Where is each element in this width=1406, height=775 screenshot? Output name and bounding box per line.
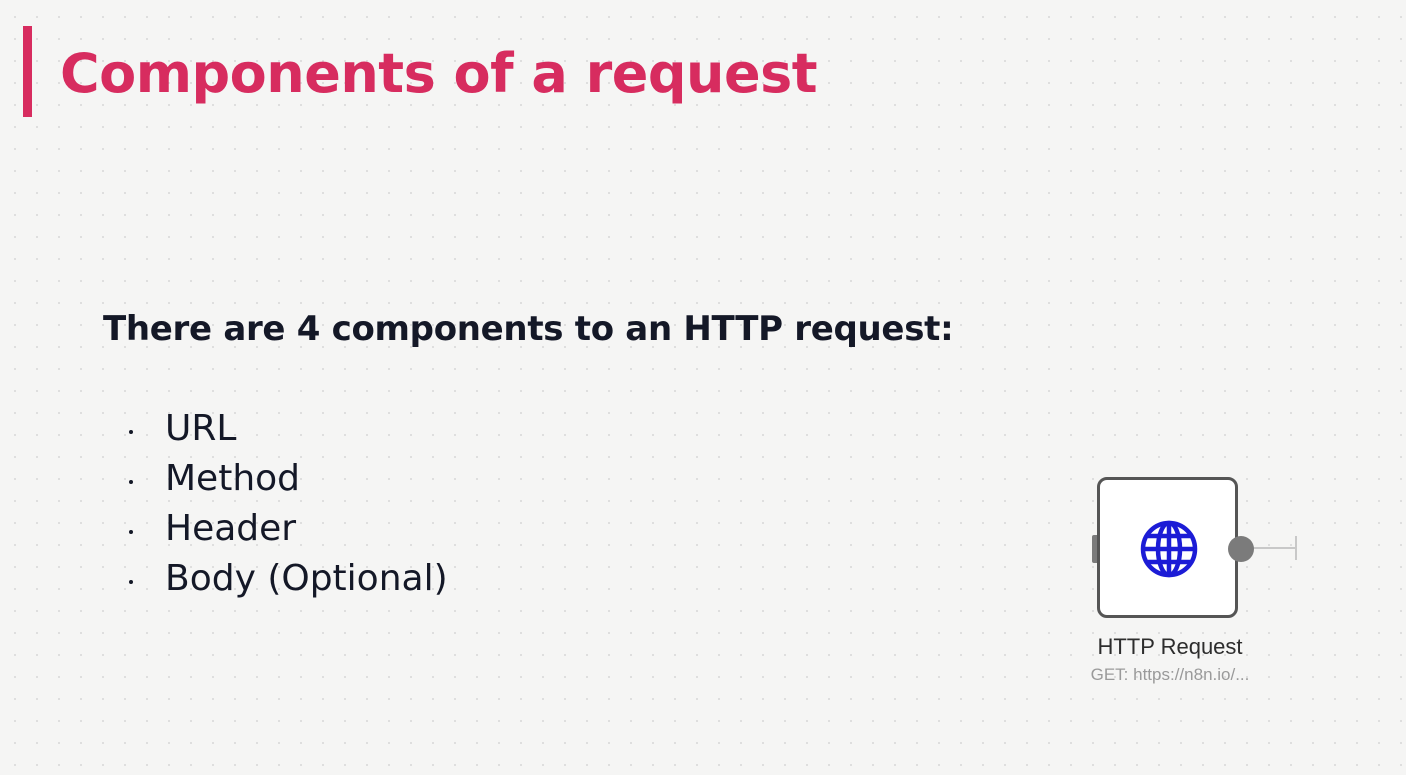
node-output-connector-end (1295, 536, 1297, 560)
list-item: Header (125, 504, 448, 554)
bullet-dot (129, 480, 133, 484)
list-item: URL (125, 404, 448, 454)
components-list: URL Method Header Body (Optional) (125, 404, 448, 604)
title-accent-bar (23, 26, 32, 117)
list-item: Method (125, 454, 448, 504)
bullet-dot (129, 430, 133, 434)
list-item: Body (Optional) (125, 554, 448, 604)
component-label-header: Header (165, 508, 297, 549)
node-output-handle[interactable] (1228, 536, 1254, 562)
slide-title: Components of a request (60, 42, 818, 105)
bullet-dot (129, 580, 133, 584)
node-output-connector (1252, 547, 1296, 549)
component-label-body: Body (Optional) (165, 558, 448, 599)
node-subtitle: GET: https://n8n.io/... (1090, 665, 1250, 684)
component-label-url: URL (165, 408, 237, 449)
node-name: HTTP Request (1097, 634, 1243, 659)
globe-icon (1140, 520, 1198, 578)
component-label-method: Method (165, 458, 301, 499)
intro-text: There are 4 components to an HTTP reques… (103, 309, 954, 349)
bullet-dot (129, 530, 133, 534)
